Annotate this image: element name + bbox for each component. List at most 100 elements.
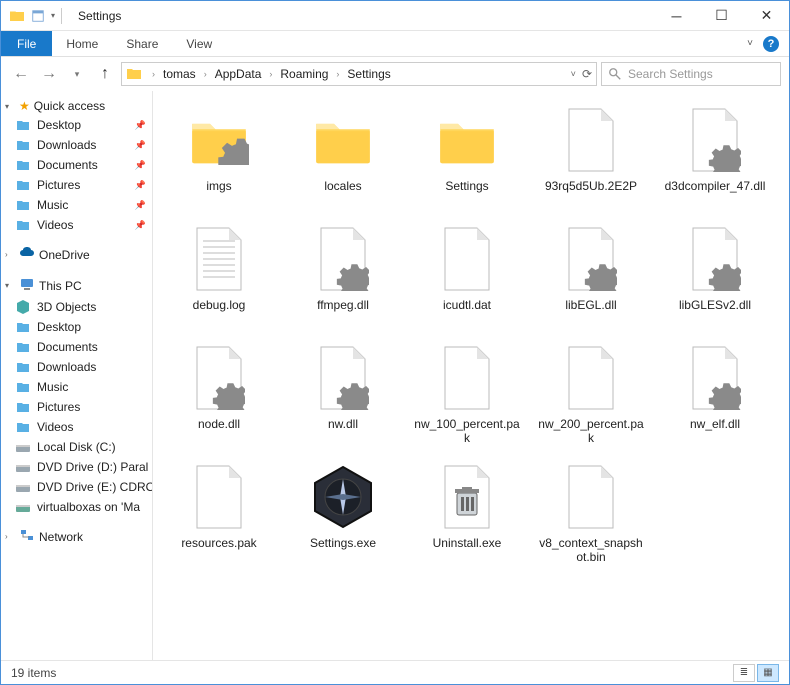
nav-item[interactable]: 3D Objects: [1, 297, 152, 317]
file-item[interactable]: nw_elf.dll: [655, 339, 775, 454]
nav-item[interactable]: Documents 📌: [1, 155, 152, 175]
address-bar[interactable]: › tomas › AppData › Roaming › Settings ˅…: [121, 62, 597, 86]
file-item[interactable]: resources.pak: [159, 458, 279, 573]
properties-icon[interactable]: [31, 9, 45, 23]
file-label: debug.log: [193, 298, 246, 312]
file-item[interactable]: node.dll: [159, 339, 279, 454]
icons-view-button[interactable]: ▦: [757, 664, 779, 682]
tab-share[interactable]: Share: [112, 31, 172, 56]
music-icon: [15, 379, 31, 395]
nav-item[interactable]: Downloads 📌: [1, 135, 152, 155]
caret-down-icon: ▾: [5, 102, 15, 111]
folder-icon: [308, 105, 378, 175]
nav-item[interactable]: Documents: [1, 337, 152, 357]
tab-home[interactable]: Home: [52, 31, 112, 56]
minimize-button[interactable]: ─: [654, 1, 699, 31]
nav-item-label: 3D Objects: [37, 300, 96, 314]
search-input[interactable]: Search Settings: [601, 62, 781, 86]
file-label: nw.dll: [328, 417, 358, 431]
file-pane[interactable]: imgs locales Settings 93rq5d5Ub.2E2P d3d…: [153, 91, 789, 660]
dll-icon: [308, 224, 378, 294]
file-item[interactable]: Uninstall.exe: [407, 458, 527, 573]
nav-item-label: Pictures: [37, 400, 80, 414]
nav-item[interactable]: Videos 📌: [1, 215, 152, 235]
file-item[interactable]: locales: [283, 101, 403, 216]
file-item[interactable]: ffmpeg.dll: [283, 220, 403, 335]
file-item[interactable]: debug.log: [159, 220, 279, 335]
network-header[interactable]: › Network: [1, 525, 152, 548]
ribbon-expand-icon[interactable]: ˅: [747, 38, 753, 49]
chevron-right-icon[interactable]: ›: [332, 69, 343, 79]
recent-dropdown[interactable]: ▾: [65, 62, 89, 86]
folder-icon: [9, 8, 25, 24]
file-item[interactable]: Settings.exe: [283, 458, 403, 573]
nav-item[interactable]: Local Disk (C:): [1, 437, 152, 457]
file-item[interactable]: nw_100_percent.pak: [407, 339, 527, 454]
file-icon: [184, 462, 254, 532]
tab-view[interactable]: View: [172, 31, 226, 56]
chevron-right-icon[interactable]: ›: [148, 69, 159, 79]
chevron-right-icon[interactable]: ›: [200, 69, 211, 79]
file-item[interactable]: libGLESv2.dll: [655, 220, 775, 335]
nav-item-label: Downloads: [37, 360, 96, 374]
pin-icon: 📌: [135, 160, 146, 171]
back-button[interactable]: ←: [9, 62, 33, 86]
file-label: ffmpeg.dll: [317, 298, 369, 312]
address-dropdown-icon[interactable]: ˅: [571, 69, 576, 79]
nav-item[interactable]: DVD Drive (D:) Paral: [1, 457, 152, 477]
dvd-icon: [15, 459, 31, 475]
maximize-button[interactable]: ☐: [699, 1, 744, 31]
forward-button[interactable]: →: [37, 62, 61, 86]
file-label: Settings: [445, 179, 488, 193]
nav-item[interactable]: Downloads: [1, 357, 152, 377]
pin-icon: 📌: [135, 140, 146, 151]
file-item[interactable]: d3dcompiler_47.dll: [655, 101, 775, 216]
nav-item[interactable]: Pictures: [1, 397, 152, 417]
nav-item[interactable]: DVD Drive (E:) CDRO: [1, 477, 152, 497]
file-item[interactable]: nw.dll: [283, 339, 403, 454]
up-button[interactable]: ↑: [93, 62, 117, 86]
nav-item-label: DVD Drive (E:) CDRO: [37, 480, 152, 494]
dvd-icon: [15, 479, 31, 495]
nav-item[interactable]: virtualboxas on 'Ma: [1, 497, 152, 517]
crumb[interactable]: AppData: [213, 67, 264, 81]
drive-icon: [15, 439, 31, 455]
file-item[interactable]: icudtl.dat: [407, 220, 527, 335]
file-item[interactable]: v8_context_snapshot.bin: [531, 458, 651, 573]
nav-item[interactable]: Pictures 📌: [1, 175, 152, 195]
nav-item[interactable]: Desktop: [1, 317, 152, 337]
divider: [61, 8, 62, 24]
qat-dropdown-icon[interactable]: ▾: [51, 11, 55, 20]
titlebar: ▾ Settings ─ ☐ ✕: [1, 1, 789, 31]
crumb[interactable]: tomas: [161, 67, 198, 81]
help-icon[interactable]: ?: [763, 36, 779, 52]
close-button[interactable]: ✕: [744, 1, 789, 31]
down-icon: [15, 359, 31, 375]
file-item[interactable]: Settings: [407, 101, 527, 216]
file-item[interactable]: libEGL.dll: [531, 220, 651, 335]
network-label: Network: [39, 530, 83, 544]
nav-item[interactable]: Music 📌: [1, 195, 152, 215]
nav-item[interactable]: Music: [1, 377, 152, 397]
crumb[interactable]: Settings: [345, 67, 392, 81]
file-icon: [432, 343, 502, 413]
nav-item-label: Downloads: [37, 138, 96, 152]
nav-item-label: Videos: [37, 218, 73, 232]
quick-access-header[interactable]: ▾ ★ Quick access: [1, 97, 152, 115]
file-item[interactable]: nw_200_percent.pak: [531, 339, 651, 454]
refresh-icon[interactable]: ⟳: [582, 67, 592, 81]
onedrive-header[interactable]: › OneDrive: [1, 243, 152, 266]
nav-item[interactable]: Desktop 📌: [1, 115, 152, 135]
folder-gear-icon: [184, 105, 254, 175]
nav-item[interactable]: Videos: [1, 417, 152, 437]
details-view-button[interactable]: ≣: [733, 664, 755, 682]
thispc-header[interactable]: ▾ This PC: [1, 274, 152, 297]
file-item[interactable]: 93rq5d5Ub.2E2P: [531, 101, 651, 216]
chevron-right-icon[interactable]: ›: [265, 69, 276, 79]
crumb[interactable]: Roaming: [278, 67, 330, 81]
file-label: nw_elf.dll: [690, 417, 740, 431]
thispc-label: This PC: [39, 279, 82, 293]
statusbar: 19 items ≣ ▦: [1, 660, 789, 684]
file-item[interactable]: imgs: [159, 101, 279, 216]
file-tab[interactable]: File: [1, 31, 52, 56]
